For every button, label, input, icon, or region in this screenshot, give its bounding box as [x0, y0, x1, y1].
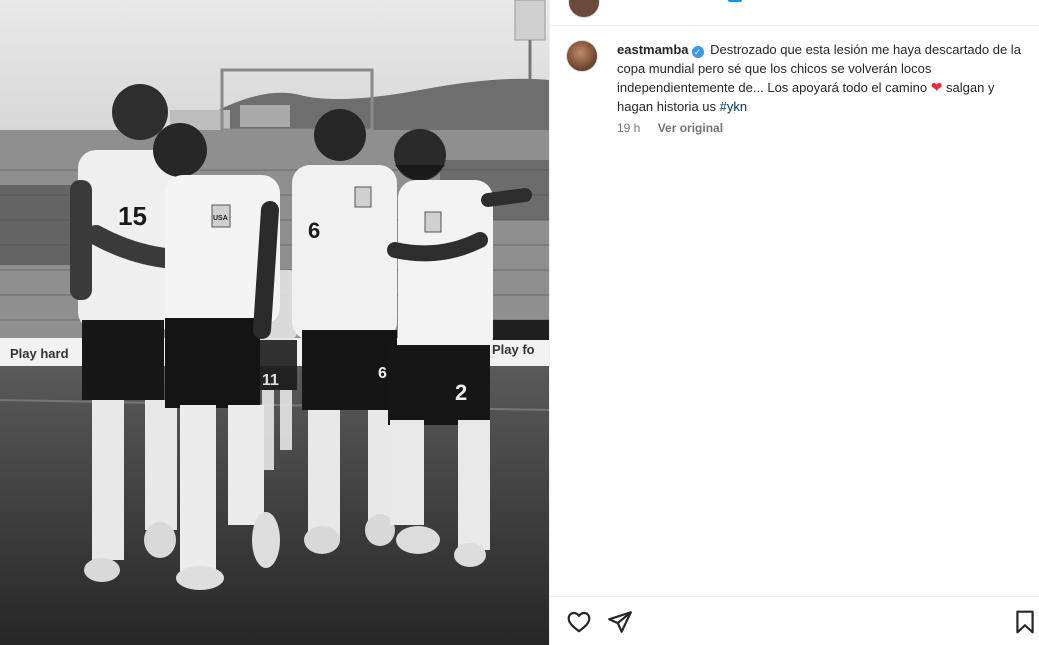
post-sidebar: eastmamba ✓ Destrozado que esta lesión me…	[549, 0, 1039, 645]
bookmark-icon	[1016, 610, 1034, 634]
save-button[interactable]	[1012, 609, 1038, 635]
jersey-number-6: 6	[308, 218, 320, 243]
post-photo[interactable]: Play hard Play fo 11 15 USA 6 6 2	[0, 0, 549, 645]
share-button[interactable]	[607, 609, 633, 635]
jersey-number-15: 15	[118, 201, 147, 231]
see-original-button[interactable]: Ver original	[658, 121, 723, 135]
shorts-number-2: 2	[455, 380, 467, 405]
post-image: Play hard Play fo 11 15 USA 6 6 2	[0, 0, 549, 645]
send-icon	[608, 611, 632, 633]
previous-comment-strip	[550, 0, 1039, 26]
hashtag-link[interactable]: #ykn	[720, 99, 747, 114]
heart-emoji-icon: ❤	[930, 79, 943, 95]
previous-link[interactable]	[728, 0, 742, 2]
shorts-number-6: 6	[378, 365, 387, 382]
jersey-number-bg: 11	[262, 372, 279, 389]
action-bar	[550, 596, 1039, 645]
caption-text: eastmamba ✓ Destrozado que esta lesión me…	[617, 41, 1022, 116]
verified-badge-icon: ✓	[691, 46, 704, 58]
post-time[interactable]: 19 h	[617, 121, 640, 135]
crest-usa: USA	[213, 215, 228, 222]
heart-outline-icon	[567, 611, 591, 633]
banner-text: Play hard	[10, 346, 69, 361]
banner-text-right: Play fo	[492, 342, 535, 357]
username-link[interactable]: eastmamba	[617, 42, 689, 57]
avatar[interactable]	[566, 40, 598, 72]
like-button[interactable]	[566, 609, 592, 635]
previous-avatar[interactable]	[568, 0, 600, 18]
caption-meta: 19 h Ver original	[617, 121, 737, 135]
